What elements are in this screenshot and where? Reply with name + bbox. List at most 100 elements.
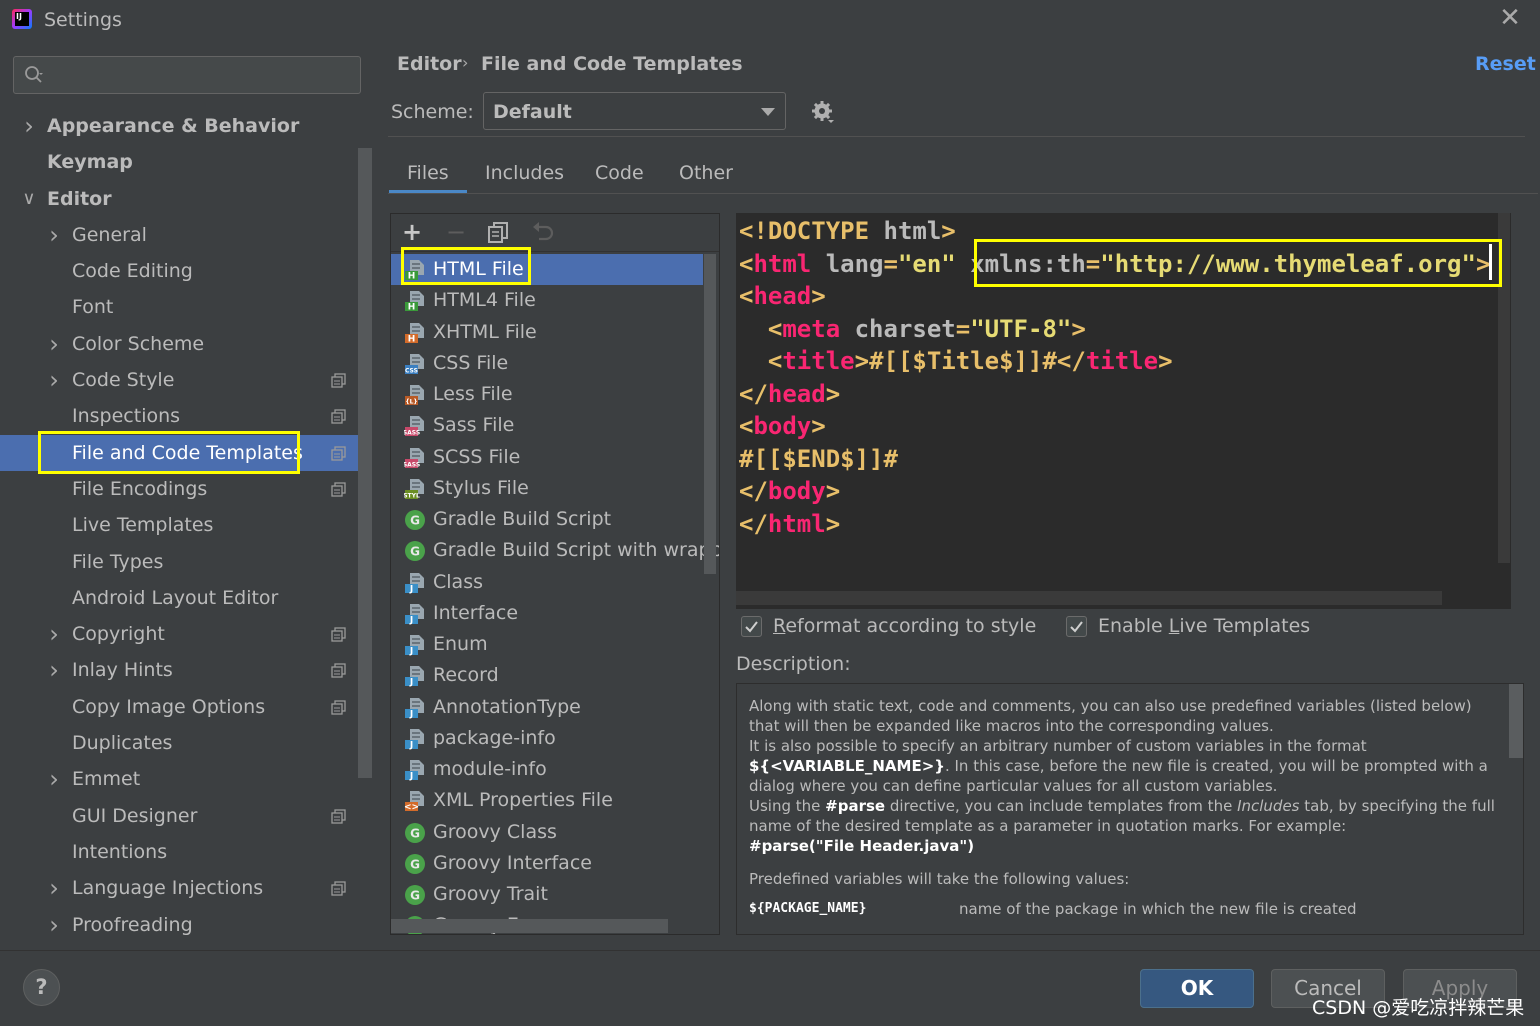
sidebar-item-label: GUI Designer	[72, 804, 198, 827]
chevron-right-icon[interactable]: ›	[46, 652, 62, 688]
tab-includes[interactable]: Includes	[485, 162, 564, 184]
sidebar-item[interactable]: › Code Style	[0, 362, 358, 398]
reset-template-icon[interactable]	[529, 219, 555, 245]
template-list-item[interactable]: J Class	[391, 567, 703, 598]
chevron-right-icon[interactable]: ›	[46, 362, 62, 398]
template-list-item[interactable]: G Groovy Class	[391, 817, 703, 848]
gradle-icon: G	[405, 541, 425, 562]
template-list-item[interactable]: H HTML File	[391, 254, 703, 286]
template-list-item[interactable]: G Gradle Build Script	[391, 504, 703, 535]
chevron-right-icon[interactable]: ›	[46, 616, 62, 652]
sidebar-item[interactable]: Duplicates	[0, 725, 358, 761]
template-list-item[interactable]: {L} Less File	[391, 379, 703, 410]
copy-template-icon[interactable]	[485, 219, 511, 245]
sidebar-item[interactable]: Font	[0, 289, 358, 325]
template-list-item[interactable]: SASS Sass File	[391, 410, 703, 441]
code-line[interactable]: <meta charset="UTF-8">	[739, 313, 1490, 346]
code-line[interactable]: </body>	[739, 475, 1490, 508]
ok-button[interactable]: OK	[1140, 969, 1254, 1008]
editor-scrollbar[interactable]	[1498, 213, 1510, 563]
sidebar-item[interactable]: › Appearance & Behavior	[0, 108, 358, 144]
editor-hscrollbar[interactable]	[736, 591, 1442, 605]
code-line[interactable]: </html>	[739, 508, 1490, 541]
code-line[interactable]: <title>#[[$Title$]]#</title>	[739, 345, 1490, 378]
chevron-right-icon[interactable]: ›	[46, 217, 62, 253]
sidebar-item[interactable]: Inspections	[0, 398, 358, 434]
template-editor[interactable]: <!DOCTYPE html> <html lang="en" xmlns:th=…	[736, 213, 1511, 609]
gear-icon[interactable]	[811, 100, 835, 124]
sidebar-item[interactable]: GUI Designer	[0, 798, 358, 834]
template-list-item[interactable]: Jmodule-info	[391, 754, 703, 785]
sidebar-item[interactable]: › Emmet	[0, 761, 358, 797]
template-list-item[interactable]: Jpackage-info	[391, 723, 703, 754]
remove-template-button[interactable]: −	[443, 219, 469, 245]
code-line[interactable]: <body>	[739, 410, 1490, 443]
sidebar-item[interactable]: Copy Image Options	[0, 689, 358, 725]
template-code[interactable]: <!DOCTYPE html> <html lang="en" xmlns:th=…	[739, 215, 1490, 540]
template-list-item[interactable]: J Interface	[391, 598, 703, 629]
close-icon[interactable]: ✕	[1496, 4, 1524, 32]
template-list-item[interactable]: J Record	[391, 660, 703, 691]
description-p1: Along with static text, code and comment…	[749, 697, 1472, 735]
template-list-item[interactable]: J AnnotationType	[391, 692, 703, 723]
code-line[interactable]: <html lang="en" xmlns:th="http://www.thy…	[739, 248, 1490, 281]
sidebar-item[interactable]: › Inlay Hints	[0, 652, 358, 688]
reset-link[interactable]: Reset	[1475, 53, 1536, 75]
sidebar-item-label: Copyright	[72, 623, 165, 646]
sidebar-scrollbar[interactable]	[358, 148, 372, 778]
scheme-dropdown[interactable]: Default	[483, 92, 786, 130]
sidebar-item[interactable]: ∨ Editor	[0, 181, 358, 217]
code-line[interactable]: <head>	[739, 280, 1490, 313]
chevron-right-icon[interactable]: ›	[46, 907, 62, 943]
sidebar-item[interactable]: › General	[0, 217, 358, 253]
chevron-right-icon[interactable]: ›	[21, 108, 37, 144]
template-list-item[interactable]: G Gradle Build Script with wrapper	[391, 535, 719, 566]
html-file-icon: H	[405, 291, 424, 312]
template-list-item[interactable]: SASS SCSS File	[391, 442, 703, 473]
chevron-right-icon[interactable]: ›	[46, 870, 62, 906]
sidebar-item[interactable]: File Types	[0, 544, 358, 580]
tab-code[interactable]: Code	[595, 162, 644, 184]
sidebar-item-label: File Encodings	[72, 477, 208, 500]
gradle-icon: G	[405, 510, 425, 530]
sidebar-item[interactable]: › Proofreading	[0, 907, 358, 943]
sidebar-item[interactable]: › Language Injections	[0, 870, 358, 906]
template-list-item[interactable]: STYL Stylus File	[391, 473, 703, 504]
sidebar-item[interactable]: Live Templates	[0, 507, 358, 543]
sidebar-item[interactable]: Intentions	[0, 834, 358, 870]
sidebar-item[interactable]: › Color Scheme	[0, 326, 358, 362]
sidebar-item[interactable]: Keymap	[0, 144, 358, 180]
window-title: Settings	[44, 9, 122, 31]
chevron-right-icon[interactable]: ›	[46, 326, 62, 362]
template-list-item[interactable]: H HTML4 File	[391, 285, 703, 316]
search-input[interactable]	[13, 56, 361, 94]
sidebar-item[interactable]: Android Layout Editor	[0, 580, 358, 616]
sidebar-item-label: Font	[72, 296, 114, 319]
checkbox-box[interactable]	[741, 616, 762, 637]
template-list-item[interactable]: <> XML Properties File	[391, 785, 703, 816]
template-list-scrollbar[interactable]	[704, 254, 716, 574]
sidebar-item-label: Inspections	[72, 405, 181, 428]
help-button[interactable]: ?	[23, 969, 60, 1006]
template-list-item[interactable]: CSS CSS File	[391, 348, 703, 379]
tab-other[interactable]: Other	[679, 162, 733, 184]
template-list-item[interactable]: H XHTML File	[391, 317, 703, 348]
code-line[interactable]: #[[$END$]]#	[739, 443, 1490, 476]
code-line[interactable]: <!DOCTYPE html>	[739, 215, 1490, 248]
checkbox-box[interactable]	[1066, 616, 1087, 637]
template-list-item[interactable]: J Enum	[391, 629, 703, 660]
sidebar-item[interactable]: File Encodings	[0, 471, 358, 507]
sidebar-item[interactable]: File and Code Templates	[0, 434, 358, 471]
code-line[interactable]: </head>	[739, 378, 1490, 411]
sidebar-item[interactable]: › Copyright	[0, 616, 358, 652]
template-list-item[interactable]: G Groovy Interface	[391, 848, 703, 879]
add-template-button[interactable]: +	[399, 219, 425, 245]
template-list-hscrollbar[interactable]	[391, 919, 668, 933]
tab-files[interactable]: Files	[407, 162, 449, 184]
template-list-item[interactable]: G Groovy Trait	[391, 879, 703, 910]
description-scrollbar[interactable]	[1509, 684, 1523, 758]
chevron-down-icon[interactable]: ∨	[21, 181, 37, 217]
chevron-right-icon[interactable]: ›	[46, 761, 62, 797]
breadcrumb-parent[interactable]: Editor	[397, 53, 462, 75]
sidebar-item[interactable]: Code Editing	[0, 253, 358, 289]
